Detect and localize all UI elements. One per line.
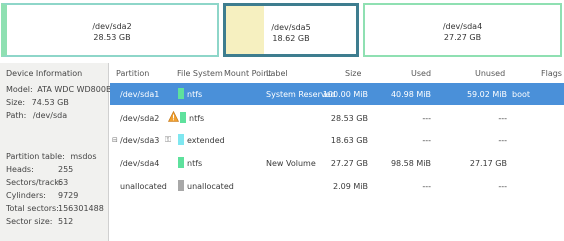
segment-sda5[interactable]: /dev/sda5 18.62 GB: [223, 3, 359, 57]
info-cylinders-label: Cylinders:: [6, 191, 46, 200]
col-used[interactable]: Used: [411, 69, 431, 78]
col-mount-point[interactable]: Mount Point: [224, 69, 271, 78]
cell-filesystem: ntfs: [189, 114, 205, 123]
expander-icon[interactable]: ⊟: [112, 136, 118, 144]
info-sectors-track: Sectors/track: 63: [6, 178, 68, 187]
cell-unused: ---: [498, 136, 507, 145]
segment-name: /dev/sda2: [92, 22, 132, 31]
cell-unused: ---: [498, 114, 507, 123]
device-info-panel: Device Information Model: ATA WDC WD800B…: [0, 63, 140, 241]
segment-sda4[interactable]: /dev/sda4 27.27 GB: [363, 3, 562, 57]
info-size: Size: 74.53 GB: [6, 98, 69, 107]
cell-partition: /dev/sda2: [120, 114, 160, 123]
col-size[interactable]: Size: [345, 69, 361, 78]
partition-table: Partition File System Mount Point Label …: [110, 63, 564, 241]
info-cylinders-value: 9729: [58, 191, 79, 200]
cell-used: ---: [422, 182, 431, 191]
cell-partition: /dev/sda3: [120, 136, 160, 145]
cell-used: 40.98 MiB: [390, 90, 431, 99]
col-unused[interactable]: Unused: [475, 69, 505, 78]
segment-size: 28.53 GB: [93, 33, 131, 42]
cell-size: 18.63 GB: [330, 136, 368, 145]
info-total-sectors-value: 156301488: [58, 204, 104, 213]
cell-flags: boot: [512, 90, 531, 99]
cell-filesystem: unallocated: [187, 182, 234, 191]
info-total-sectors: Total sectors: 156301488: [6, 204, 104, 213]
segment-size: 27.27 GB: [443, 33, 482, 42]
info-sectors-track-value: 63: [58, 178, 69, 187]
info-cylinders: Cylinders: 9729: [6, 191, 78, 200]
segment-sda5-label: /dev/sda5 18.62 GB: [226, 22, 356, 44]
filesystem-color-swatch: [178, 88, 184, 99]
filesystem-color-swatch: [178, 157, 184, 168]
info-heads: Heads: 255: [6, 165, 73, 174]
cell-unused: ---: [498, 182, 507, 191]
info-sector-size-label: Sector size:: [6, 217, 53, 226]
segment-name: /dev/sda4: [442, 22, 483, 31]
cell-filesystem: extended: [187, 136, 225, 145]
info-size-value: 74.53 GB: [31, 98, 69, 107]
info-ptable: Partition table: msdos: [6, 152, 97, 161]
segment-name: /dev/sda5: [271, 23, 311, 32]
cell-size: 2.09 MiB: [333, 182, 368, 191]
info-ptable-value: msdos: [70, 152, 97, 161]
warning-icon: [168, 110, 179, 122]
cell-partition: unallocated: [120, 182, 167, 191]
disk-map: /dev/sda2 28.53 GB /dev/sda5 18.62 GB /d…: [0, 0, 564, 62]
col-label[interactable]: Label: [266, 69, 288, 78]
filesystem-color-swatch: [180, 112, 186, 123]
info-ptable-label: Partition table:: [6, 152, 65, 161]
filesystem-color-swatch: [178, 134, 184, 145]
info-path-label: Path:: [6, 111, 27, 120]
cell-used: ---: [422, 136, 431, 145]
info-path: Path: /dev/sda: [6, 111, 67, 120]
cell-partition: /dev/sda4: [120, 159, 160, 168]
info-sector-size: Sector size: 512: [6, 217, 73, 226]
cell-unused: 27.17 GB: [469, 159, 507, 168]
table-row[interactable]: /dev/sda1 ntfs System Reserved 100.00 Mi…: [110, 83, 564, 105]
segment-sda4-label: /dev/sda4 27.27 GB: [365, 21, 560, 43]
info-sector-size-value: 512: [58, 217, 74, 226]
cell-unused: 59.02 MiB: [466, 90, 507, 99]
table-row[interactable]: ⊟ /dev/sda3 ⚿ extended 18.63 GB --- ---: [110, 129, 564, 151]
cell-filesystem: ntfs: [187, 90, 203, 99]
cell-partition: /dev/sda1: [120, 90, 160, 99]
table-header: Partition File System Mount Point Label …: [110, 63, 564, 83]
col-flags[interactable]: Flags: [541, 69, 562, 78]
info-sectors-track-label: Sectors/track:: [6, 178, 62, 187]
key-icon: ⚿: [165, 135, 172, 144]
info-size-label: Size:: [6, 98, 26, 107]
filesystem-color-swatch: [178, 180, 184, 191]
col-partition[interactable]: Partition: [116, 69, 149, 78]
cell-label: New Volume: [266, 159, 316, 168]
cell-size: 27.27 GB: [330, 159, 368, 168]
info-heads-label: Heads:: [6, 165, 34, 174]
segment-sda2-label: /dev/sda2 28.53 GB: [7, 21, 217, 43]
info-path-value: /dev/sda: [32, 111, 68, 120]
table-row[interactable]: unallocated unallocated 2.09 MiB --- ---: [110, 175, 564, 197]
info-total-sectors-label: Total sectors:: [6, 204, 59, 213]
info-model-label: Model:: [6, 85, 33, 94]
cell-size: 100.00 MiB: [322, 90, 368, 99]
col-filesystem[interactable]: File System: [177, 69, 223, 78]
cell-filesystem: ntfs: [187, 159, 203, 168]
segment-sda2[interactable]: /dev/sda2 28.53 GB: [1, 3, 219, 57]
cell-used: 98.58 MiB: [390, 159, 431, 168]
segment-size: 18.62 GB: [272, 34, 310, 43]
device-info-title: Device Information: [6, 69, 83, 78]
cell-used: ---: [422, 114, 431, 123]
table-row[interactable]: /dev/sda2 ntfs 28.53 GB --- ---: [110, 107, 564, 129]
info-heads-value: 255: [58, 165, 74, 174]
cell-size: 28.53 GB: [330, 114, 368, 123]
table-row[interactable]: /dev/sda4 ntfs New Volume 27.27 GB 98.58…: [110, 152, 564, 174]
